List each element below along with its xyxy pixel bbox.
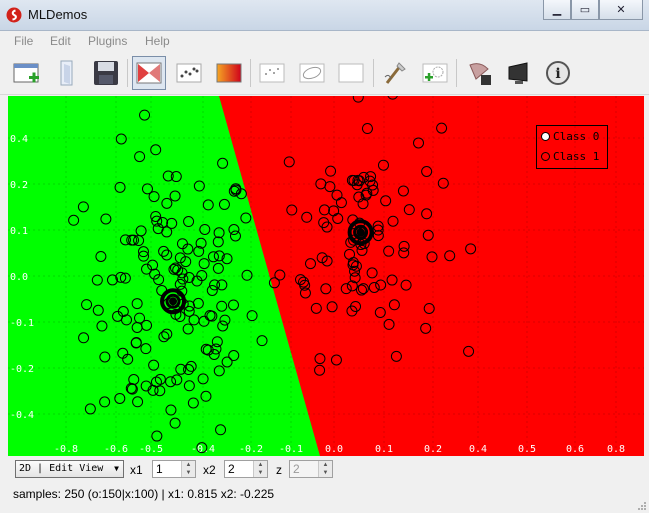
x-tick-label: 0.5: [518, 444, 536, 455]
legend: Class 0 Class 1: [536, 125, 608, 169]
legend-item-class1: Class 1: [541, 149, 599, 163]
x2-value: 2: [228, 462, 235, 476]
z-label: z: [276, 463, 282, 477]
info-icon: i: [546, 61, 570, 85]
view-controls: 2D | Edit View ▼ x1 1 ▲ ▼ x2 2 ▲ ▼ z 2 ▲ ▼: [0, 458, 649, 482]
export-icon: [469, 63, 491, 85]
window-controls: ▁ ▭ ✕: [543, 0, 643, 21]
draw-samples-icon: [259, 63, 285, 83]
menu-help[interactable]: Help: [145, 34, 170, 48]
add-sample-icon: [422, 63, 448, 83]
class1-centroid: [356, 228, 365, 237]
y-tick-label: -0.4: [10, 410, 34, 421]
window-title: MLDemos: [28, 7, 88, 22]
display-icon: [508, 62, 528, 84]
x-tick-label: 0.2: [424, 444, 442, 455]
spin-arrows-icon[interactable]: ▲ ▼: [318, 461, 332, 477]
scatter-plot-button[interactable]: [172, 56, 206, 90]
x1-spinbox[interactable]: 1 ▲ ▼: [152, 460, 196, 478]
title-bar: MLDemos ▁ ▭ ✕: [0, 0, 649, 31]
draw-samples-button[interactable]: [255, 56, 289, 90]
y-tick-label: 0.1: [10, 226, 28, 237]
toolbar: i: [0, 52, 649, 95]
legend-label-class1: Class 1: [553, 149, 600, 163]
display-button[interactable]: [502, 56, 536, 90]
heatmap-button[interactable]: [212, 56, 246, 90]
y-tick-label: 0.2: [10, 180, 28, 191]
info-button[interactable]: i: [541, 56, 575, 90]
y-tick-label: -0.2: [10, 364, 34, 375]
x2-label: x2: [203, 463, 216, 477]
legend-label-class0: Class 0: [553, 129, 600, 143]
x-tick-label: 0.0: [325, 444, 343, 455]
minimize-button[interactable]: ▁: [543, 0, 571, 20]
maximize-icon: ▭: [579, 4, 591, 16]
spray-brush-icon: [384, 62, 406, 84]
x-tick-label: 0.6: [566, 444, 584, 455]
spray-brush-button[interactable]: [378, 56, 412, 90]
add-sample-button[interactable]: [418, 56, 452, 90]
new-dataset-icon: [13, 63, 39, 83]
status-bar: samples: 250 (o:150|x:100) | x1: 0.815 x…: [0, 484, 649, 513]
resize-grip-icon[interactable]: [637, 501, 647, 511]
blank-canvas-button[interactable]: [334, 56, 368, 90]
minimize-icon: ▁: [552, 4, 562, 16]
x1-value: 1: [156, 462, 163, 476]
x-tick-label: -0.2: [239, 444, 263, 455]
menu-plugins[interactable]: Plugins: [88, 34, 127, 48]
menu-edit[interactable]: Edit: [50, 34, 71, 48]
x-tick-label: -0.5: [139, 444, 163, 455]
app-logo-icon: [6, 7, 22, 23]
classification-button[interactable]: [132, 56, 166, 90]
z-spinbox[interactable]: 2 ▲ ▼: [289, 460, 333, 478]
menu-file[interactable]: File: [14, 34, 33, 48]
blank-canvas-icon: [338, 63, 364, 83]
x2-spinbox[interactable]: 2 ▲ ▼: [224, 460, 268, 478]
x-tick-label: 0.1: [375, 444, 393, 455]
class0-centroid: [169, 297, 178, 306]
y-tick-label: -0.1: [10, 318, 34, 329]
svg-text:i: i: [555, 66, 560, 82]
x-tick-label: -0.4: [191, 444, 215, 455]
classification-icon: [136, 62, 162, 84]
z-value: 2: [293, 462, 300, 476]
x-tick-label: -0.8: [54, 444, 78, 455]
close-button[interactable]: ✕: [599, 0, 643, 20]
dropdown-arrow-icon: ▼: [114, 464, 119, 473]
export-button[interactable]: [463, 56, 497, 90]
spin-arrows-icon[interactable]: ▲ ▼: [253, 461, 267, 477]
y-tick-label: 0.0: [10, 272, 28, 283]
new-dataset-button[interactable]: [10, 56, 44, 90]
open-file-icon: [60, 60, 73, 86]
draw-ellipse-button[interactable]: [295, 56, 329, 90]
save-button[interactable]: [89, 56, 123, 90]
x-tick-label: 0.8: [607, 444, 625, 455]
menu-bar: File Edit Plugins Help: [0, 31, 649, 51]
heatmap-icon: [216, 63, 242, 83]
view-mode-value: 2D | Edit View: [19, 463, 104, 474]
spin-arrows-icon[interactable]: ▲ ▼: [181, 461, 195, 477]
class0-marker-icon: [541, 131, 550, 141]
legend-item-class0: Class 0: [541, 129, 599, 143]
scatter-plot-icon: [176, 63, 202, 83]
save-icon: [94, 61, 118, 85]
x-tick-label: -0.1: [279, 444, 303, 455]
y-tick-label: 0.4: [10, 134, 28, 145]
close-icon: ✕: [616, 4, 626, 16]
x-tick-label: 0.4: [469, 444, 487, 455]
status-text: samples: 250 (o:150|x:100) | x1: 0.815 x…: [13, 487, 275, 501]
class1-marker-icon: [541, 151, 550, 161]
x-tick-label: -0.6: [104, 444, 128, 455]
maximize-button[interactable]: ▭: [571, 0, 599, 20]
open-file-button[interactable]: [50, 56, 84, 90]
draw-ellipse-icon: [299, 63, 325, 83]
view-mode-select[interactable]: 2D | Edit View ▼: [15, 460, 124, 478]
x1-label: x1: [130, 463, 143, 477]
